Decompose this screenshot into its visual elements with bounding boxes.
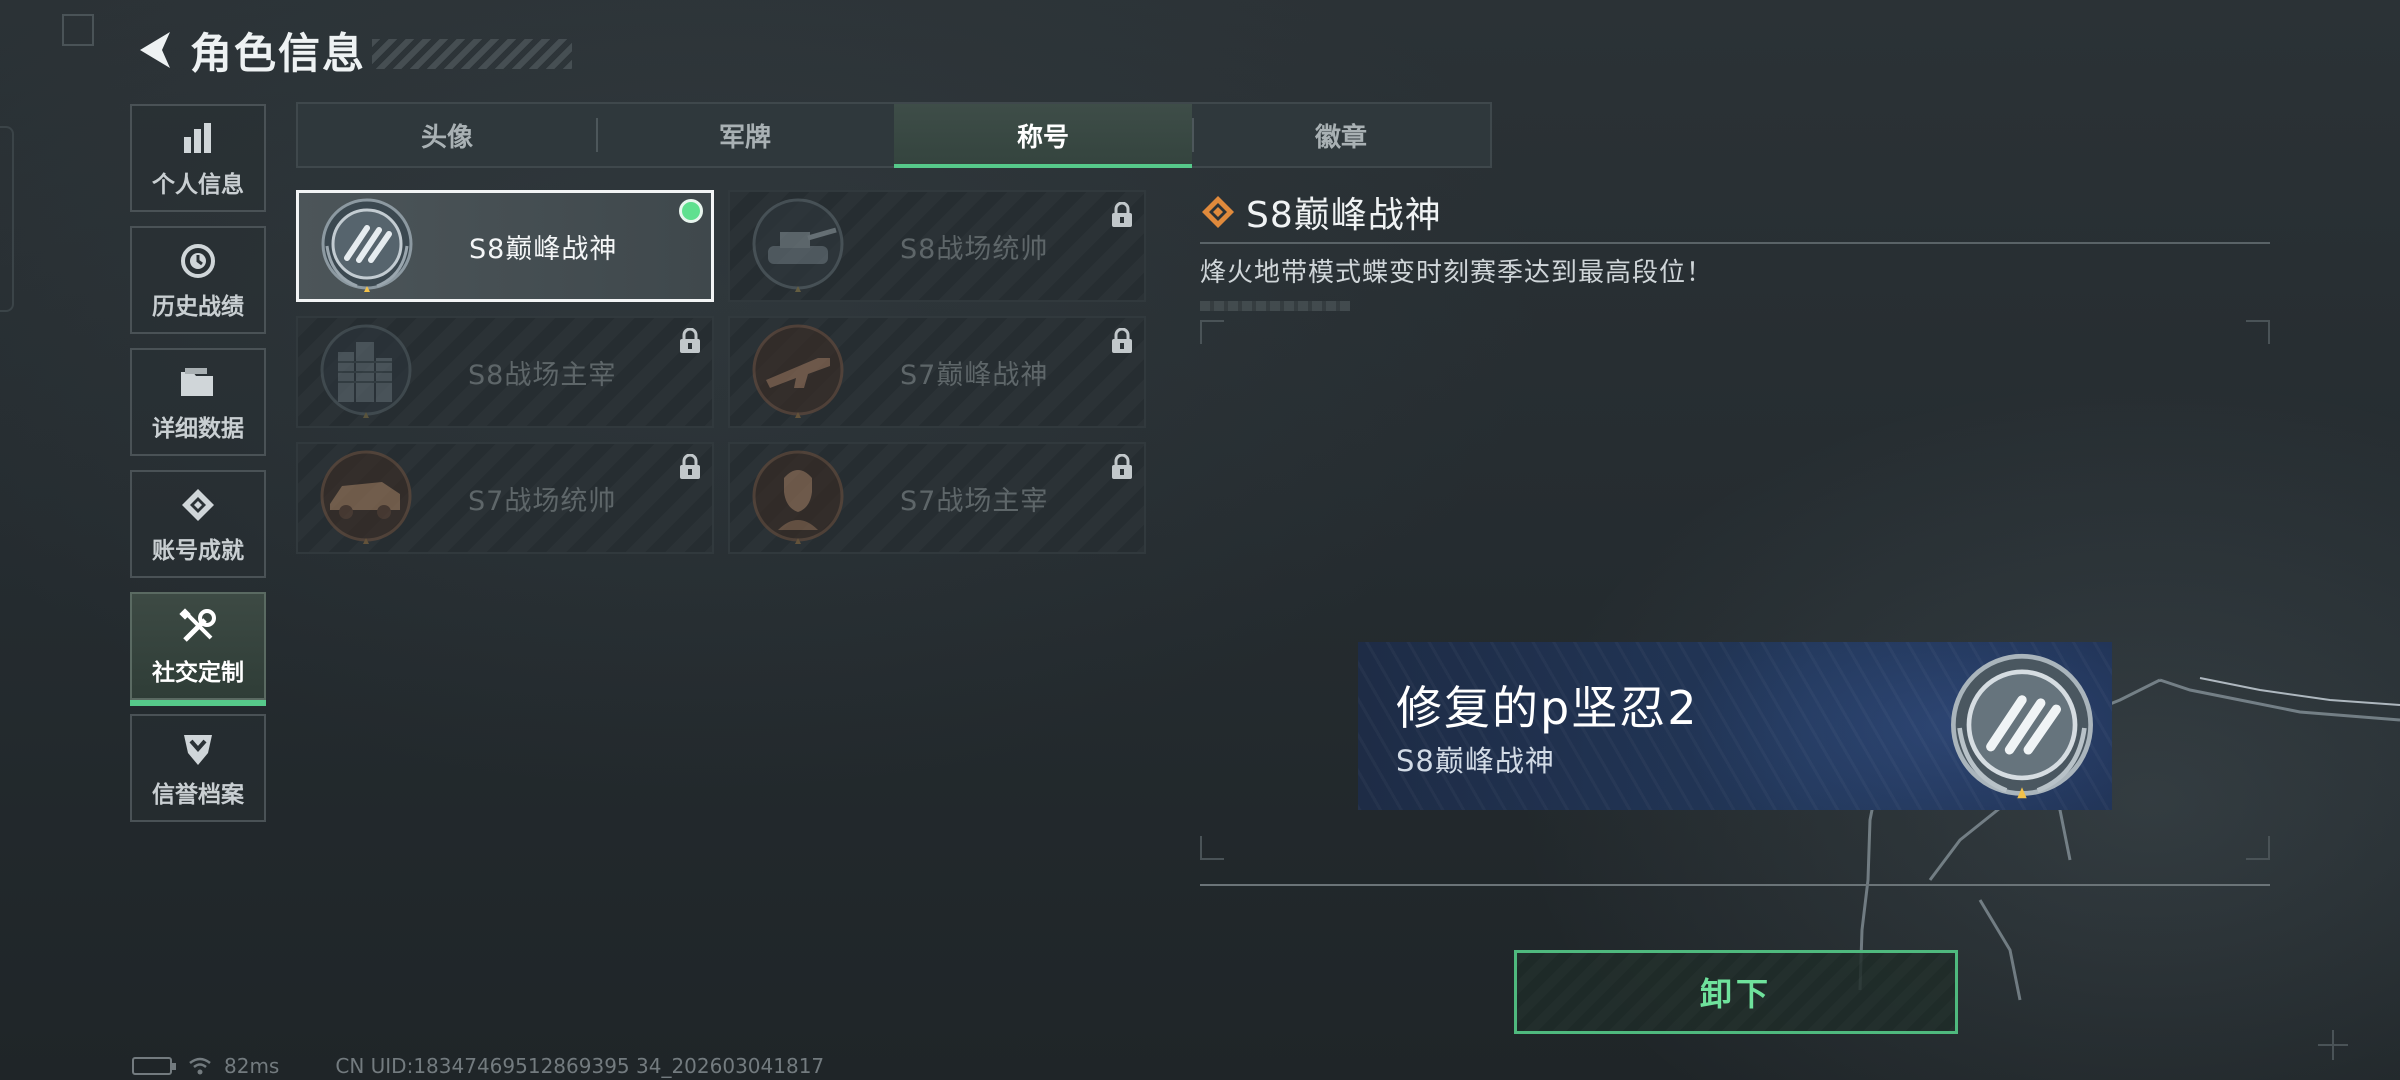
lock-icon [680, 328, 700, 353]
wifi-icon [189, 1057, 211, 1075]
nav-label: 详细数据 [152, 416, 244, 442]
player-name: 修复的p坚忍2 [1396, 681, 1699, 735]
diamond-rank-icon [1202, 196, 1234, 228]
rifle-emblem-icon [752, 324, 844, 418]
detail-title: S8巅峰战神 [1246, 195, 1442, 236]
shield-chevron-icon [180, 727, 216, 771]
title-card-label: S7战场主宰 [900, 485, 1049, 517]
nav-label: 历史战绩 [152, 294, 244, 320]
preview-divider [1200, 884, 2270, 886]
title-card[interactable]: S8巅峰战神 [296, 190, 714, 302]
title-detail-panel: S8巅峰战神 烽火地带模式蝶变时刻赛季达到最高段位！ 修复的p坚忍2 S8巅峰战… [1200, 186, 2270, 906]
back-button[interactable] [130, 22, 178, 78]
title-grid: S8巅峰战神 S8战场统帅 S8战场主宰 S7巅峰战神 S7战场统帅 S7战场主… [296, 190, 1146, 554]
title-card-label: S8战场主宰 [468, 359, 617, 391]
tab-badge[interactable]: 徽章 [1192, 104, 1490, 166]
unequip-button-label: 卸下 [1699, 975, 1772, 1013]
frame-corner [1200, 320, 1224, 344]
back-arrow-icon [140, 32, 170, 68]
crosshair-icon [2318, 1030, 2348, 1060]
title-card[interactable]: S7战场主宰 [728, 442, 1146, 554]
nav-label: 信誉档案 [152, 782, 244, 808]
nav-item-social-custom[interactable]: 社交定制 [130, 592, 266, 706]
equipped-indicator [679, 199, 703, 223]
category-tab-bar: 头像 军牌 称号 徽章 [296, 102, 1492, 168]
achievement-diamond-icon [180, 483, 216, 527]
nav-item-achievements[interactable]: 账号成就 [130, 470, 266, 578]
nav-label: 社交定制 [152, 660, 244, 686]
peak-god-emblem-icon [1951, 653, 2093, 799]
nameplate-title: S8巅峰战神 [1396, 744, 1555, 778]
detail-divider [1200, 242, 2270, 244]
title-stripe-decoration [372, 39, 573, 69]
frame-corner [2246, 320, 2270, 344]
frame-corner [2246, 836, 2270, 860]
title-card[interactable]: S8战场主宰 [296, 316, 714, 428]
armored-vehicle-emblem-icon [320, 450, 412, 544]
page-title: 角色信息 [190, 28, 367, 78]
bar-chart-icon [180, 117, 216, 161]
title-card[interactable]: S7战场统帅 [296, 442, 714, 554]
nameplate-preview-frame: 修复的p坚忍2 S8巅峰战神 [1200, 320, 2270, 860]
page-header: 角色信息 [130, 22, 573, 78]
nav-item-reputation[interactable]: 信誉档案 [130, 714, 266, 822]
title-card[interactable]: S7巅峰战神 [728, 316, 1146, 428]
ping-readout: 82ms [224, 1054, 280, 1078]
status-bar: 82ms CN UID:18347469512869395 34_2026030… [132, 1054, 824, 1078]
tank-emblem-icon [752, 198, 844, 292]
lock-icon [1112, 454, 1132, 479]
peak-god-emblem-icon [321, 198, 413, 292]
lock-icon [680, 454, 700, 479]
detail-header: S8巅峰战神 [1200, 186, 2270, 238]
tab-dog-tag[interactable]: 军牌 [596, 104, 894, 166]
lock-icon [1112, 328, 1132, 353]
edge-drawer-handle[interactable] [0, 126, 14, 312]
title-card-label: S8巅峰战神 [469, 233, 618, 265]
nav-item-history[interactable]: 历史战绩 [130, 226, 266, 334]
nav-label: 个人信息 [152, 172, 244, 198]
nameplate-preview: 修复的p坚忍2 S8巅峰战神 [1358, 642, 2112, 810]
lock-icon [1112, 202, 1132, 227]
wrench-screwdriver-icon [179, 605, 217, 649]
unequip-button[interactable]: 卸下 [1514, 950, 1958, 1034]
title-card-label: S7战场统帅 [468, 485, 617, 517]
side-nav: 个人信息 历史战绩 详细数据 账号成就 社交定制 信誉档案 [130, 104, 266, 836]
detail-description: 烽火地带模式蝶变时刻赛季达到最高段位！ [1200, 258, 1714, 288]
user-uid: CN UID:18347469512869395 34_202603041817 [335, 1054, 825, 1078]
tab-title[interactable]: 称号 [894, 104, 1192, 168]
tab-avatar[interactable]: 头像 [298, 104, 596, 166]
frame-corner [1200, 836, 1224, 860]
corner-frame [62, 14, 94, 46]
nav-label: 账号成就 [152, 538, 244, 564]
title-card-label: S7巅峰战神 [900, 359, 1049, 391]
folder-icon [179, 361, 217, 405]
battery-icon [132, 1057, 176, 1075]
obscured-date-text [1200, 301, 1350, 311]
nav-item-detailed-data[interactable]: 详细数据 [130, 348, 266, 456]
title-card-label: S8战场统帅 [900, 233, 1049, 265]
nav-item-profile[interactable]: 个人信息 [130, 104, 266, 212]
title-card[interactable]: S8战场统帅 [728, 190, 1146, 302]
history-clock-icon [179, 239, 217, 283]
building-emblem-icon [320, 324, 412, 418]
soldier-emblem-icon [752, 450, 844, 544]
